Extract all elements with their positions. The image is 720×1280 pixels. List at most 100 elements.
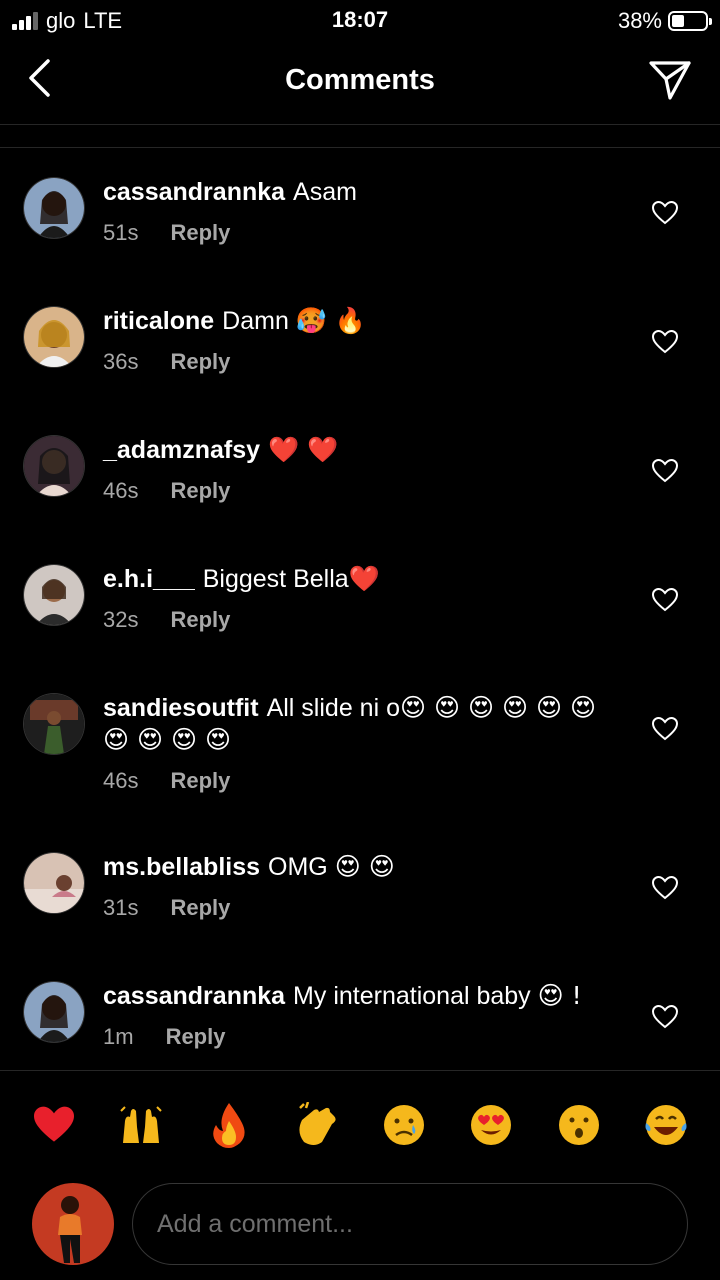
like-button[interactable] — [650, 1002, 680, 1032]
comment-message: My international baby — [293, 982, 531, 1010]
heart-outline-icon — [652, 717, 678, 741]
comment-meta: 1m Reply — [103, 1024, 623, 1050]
heart-eyes-icon — [471, 1105, 512, 1145]
like-button[interactable] — [650, 714, 680, 744]
comment-emojis: 🥵 🔥 — [295, 306, 366, 335]
comment-meta: 46s Reply — [103, 478, 623, 504]
reply-button[interactable]: Reply — [170, 895, 230, 921]
tears-of-joy-icon — [645, 1105, 687, 1145]
reply-button[interactable]: Reply — [170, 220, 230, 246]
heart-outline-icon — [652, 459, 678, 483]
comment-username[interactable]: cassandrannka — [103, 982, 285, 1010]
like-button[interactable] — [650, 198, 680, 228]
crying-face-icon — [383, 1105, 424, 1145]
reaction-wow-button[interactable] — [553, 1099, 605, 1151]
comment-text: sandiesoutfit All slide ni o😍 😍 😍 😍 😍 😍 😍… — [103, 692, 623, 756]
comment-message: OMG — [268, 853, 328, 881]
comment-message: Biggest Bella — [202, 565, 349, 593]
reaction-heart-button[interactable] — [28, 1099, 80, 1151]
heart-outline-icon — [652, 1005, 678, 1029]
comment-username[interactable]: _adamznafsy — [103, 436, 260, 464]
reply-button[interactable]: Reply — [170, 349, 230, 375]
red-heart-icon — [34, 1106, 74, 1142]
share-button[interactable] — [644, 54, 696, 106]
avatar[interactable] — [24, 853, 84, 913]
comment-text: ms.bellabliss OMG 😍 😍 — [103, 851, 623, 883]
comment-composer-area — [0, 1070, 720, 1280]
comment-meta: 46s Reply — [103, 768, 623, 794]
comment-timestamp: 36s — [103, 349, 139, 374]
raised-hands-icon — [120, 1106, 163, 1143]
avatar-image — [24, 694, 84, 754]
comment-timestamp: 46s — [103, 478, 139, 503]
comment-emojis: 😍 😍 — [334, 852, 395, 881]
battery-percent: 38% — [617, 8, 662, 33]
fire-icon — [213, 1103, 245, 1148]
comment-text: cassandrannka My international baby 😍 ! — [103, 980, 623, 1012]
comment-body: _adamznafsy ❤️ ❤️ 46s Reply — [103, 434, 623, 504]
comment-body: sandiesoutfit All slide ni o😍 😍 😍 😍 😍 😍 😍… — [103, 692, 623, 794]
avatar[interactable] — [24, 307, 84, 367]
comment-text: cassandrannka Asam — [103, 176, 623, 208]
avatar-image — [24, 307, 84, 367]
reaction-sad-button[interactable] — [378, 1099, 430, 1151]
reaction-clap-button[interactable] — [290, 1099, 342, 1151]
reaction-fire-button[interactable] — [203, 1099, 255, 1151]
avatar[interactable] — [24, 436, 84, 496]
comment-message: All slide ni o — [266, 694, 400, 722]
reaction-raised-hands-button[interactable] — [115, 1099, 167, 1151]
comment-body: e.h.i___ Biggest Bella❤️ 32s Reply — [103, 563, 623, 633]
avatar-image — [24, 565, 84, 625]
comment-timestamp: 31s — [103, 895, 139, 920]
reaction-laugh-button[interactable] — [640, 1099, 692, 1151]
battery-level — [672, 15, 684, 27]
surprised-face-icon — [558, 1105, 599, 1145]
like-button[interactable] — [650, 585, 680, 615]
comment-emojis: ❤️ — [348, 564, 380, 593]
heart-outline-icon — [652, 330, 678, 354]
heart-outline-icon — [652, 876, 678, 900]
comment-text: riticalone Damn 🥵 🔥 — [103, 305, 623, 337]
comment-timestamp: 46s — [103, 768, 139, 793]
comment-emojis: ❤️ ❤️ — [268, 435, 339, 464]
comment-username[interactable]: e.h.i___ — [103, 565, 195, 593]
avatar[interactable] — [24, 694, 84, 754]
reply-button[interactable]: Reply — [170, 768, 230, 794]
status-bar: glo LTE 18:07 38% — [0, 0, 720, 40]
comment-text: e.h.i___ Biggest Bella❤️ — [103, 563, 623, 595]
quick-reactions-bar — [28, 1099, 692, 1151]
avatar[interactable] — [24, 178, 84, 238]
comment-body: cassandrannka Asam 51s Reply — [103, 176, 623, 246]
comment-body: riticalone Damn 🥵 🔥 36s Reply — [103, 305, 623, 375]
comment-username[interactable]: sandiesoutfit — [103, 694, 259, 722]
comment-message: Asam — [293, 178, 357, 206]
like-button[interactable] — [650, 327, 680, 357]
avatar[interactable] — [24, 565, 84, 625]
like-button[interactable] — [650, 873, 680, 903]
reply-button[interactable]: Reply — [170, 607, 230, 633]
reply-button[interactable]: Reply — [170, 478, 230, 504]
avatar-image — [24, 982, 84, 1042]
comment-meta: 31s Reply — [103, 895, 623, 921]
avatar[interactable] — [24, 982, 84, 1042]
heart-outline-icon — [652, 588, 678, 612]
current-user-avatar — [32, 1183, 114, 1265]
like-button[interactable] — [650, 456, 680, 486]
comment-username[interactable]: riticalone — [103, 307, 214, 335]
comment-message: Damn — [222, 307, 289, 335]
comment-text: _adamznafsy ❤️ ❤️ — [103, 434, 623, 466]
comment-meta: 32s Reply — [103, 607, 623, 633]
comment-body: cassandrannka My international baby 😍 ! 1… — [103, 980, 623, 1050]
reply-button[interactable]: Reply — [166, 1024, 226, 1050]
comment-username[interactable]: cassandrannka — [103, 178, 285, 206]
comment-username[interactable]: ms.bellabliss — [103, 853, 260, 881]
header: Comments — [0, 40, 720, 125]
comment-input[interactable] — [132, 1183, 688, 1265]
status-right: 38% — [617, 8, 712, 34]
comment-timestamp: 1m — [103, 1024, 134, 1049]
heart-outline-icon — [652, 201, 678, 225]
comments-list[interactable]: cassandrannka Asam 51s Reply riticalone … — [0, 148, 720, 1070]
comment-timestamp: 32s — [103, 607, 139, 632]
reaction-heart-eyes-button[interactable] — [465, 1099, 517, 1151]
comment-body: ms.bellabliss OMG 😍 😍 31s Reply — [103, 851, 623, 921]
